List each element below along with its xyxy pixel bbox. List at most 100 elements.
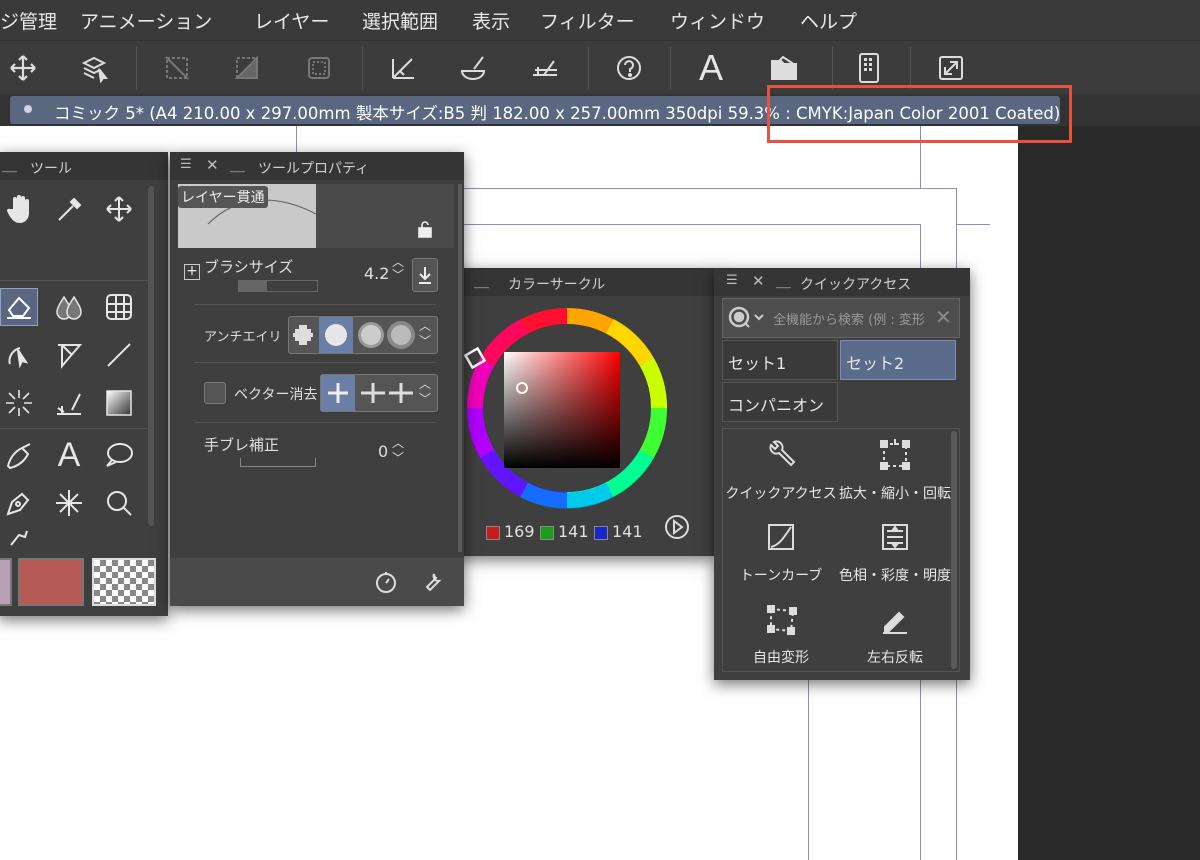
move-icon[interactable]	[4, 49, 42, 87]
stopwatch-icon[interactable]	[374, 570, 398, 598]
hue-saturation-icon	[879, 521, 911, 553]
quick-access-panel: ☰ ✕ ＿ クイックアクセス 全機能から検索 (例 : 変形 ✕ セット1 セッ…	[714, 268, 970, 680]
close-icon[interactable]: ✕	[206, 156, 219, 174]
hand-icon[interactable]	[0, 190, 38, 228]
open-folder-icon[interactable]	[766, 49, 804, 87]
qa-item-scale-rotate[interactable]: 拡大・縮小・回転	[839, 431, 951, 511]
qa-item-quick-access[interactable]: クイックアクセス	[725, 431, 837, 511]
clear-icon[interactable]: ✕	[935, 305, 952, 329]
antialias-stepper[interactable]: ︿ ﹀	[419, 319, 431, 349]
expand-plus-icon[interactable]: +	[184, 264, 200, 280]
expand-icon[interactable]	[932, 49, 970, 87]
minimize-icon[interactable]: ＿	[776, 270, 791, 291]
search-field[interactable]: 全機能から検索 (例 : 変形 ✕	[722, 298, 960, 338]
minimize-icon[interactable]: ＿	[2, 154, 17, 175]
lasso-fill-icon[interactable]	[0, 336, 38, 374]
antialias-label: アンチエイリ	[204, 330, 282, 345]
menu-filter[interactable]: フィルター	[540, 7, 635, 34]
minimize-icon[interactable]: ＿	[474, 270, 489, 291]
text-tool-icon[interactable]: A	[50, 436, 88, 474]
help-icon[interactable]	[610, 49, 648, 87]
gradient-icon[interactable]	[100, 384, 138, 422]
main-color-swatch[interactable]	[18, 558, 84, 606]
ruler-icon[interactable]	[384, 49, 422, 87]
antialias-weak-icon[interactable]	[319, 317, 353, 353]
pen-nib-icon[interactable]	[0, 484, 38, 522]
qa-item-hue-saturation[interactable]: 色相・彩度・明度	[839, 513, 951, 593]
menu-window[interactable]: ウィンドウ	[670, 7, 765, 34]
ruler-tool-icon[interactable]	[50, 384, 88, 422]
fill-icon[interactable]	[454, 49, 492, 87]
vector-erase-stepper[interactable]: ︿ ﹀	[419, 377, 431, 407]
antialias-selector[interactable]: ︿ ﹀	[288, 316, 438, 354]
quick-access-header[interactable]: ☰ ✕ ＿ クイックアクセス	[714, 268, 970, 296]
menu-page-management[interactable]: ジ管理	[0, 7, 57, 34]
erase-touched-icon[interactable]	[321, 375, 355, 411]
sub-color-swatch[interactable]	[0, 558, 12, 606]
menu-help[interactable]: ヘルプ	[800, 7, 857, 34]
text-icon[interactable]: A	[692, 47, 730, 88]
qa-item-label: クイックアクセス	[725, 486, 837, 502]
menu-animation[interactable]: アニメーション	[80, 7, 212, 34]
play-icon[interactable]	[664, 514, 690, 540]
vector-erase-checkbox[interactable]	[204, 382, 226, 404]
vector-erase-selector[interactable]: ︿ ﹀	[320, 374, 438, 412]
transparent-color-swatch[interactable]	[92, 558, 156, 606]
antialias-none-icon[interactable]	[293, 325, 313, 345]
eraser-icon[interactable]	[0, 288, 38, 326]
saturation-value-square[interactable]	[504, 352, 620, 468]
balloon-pen-icon[interactable]	[0, 436, 38, 474]
tool-panel-header[interactable]: ＿ ツール	[0, 152, 168, 180]
move-tool-icon[interactable]	[100, 190, 138, 228]
qa-item-free-transform[interactable]: 自由変形	[725, 595, 837, 675]
qa-item-tone-curve[interactable]: トーンカーブ	[725, 513, 837, 593]
set-1-tab[interactable]: セット1	[722, 340, 838, 380]
selection-border-icon[interactable]	[300, 49, 338, 87]
zoom-icon[interactable]	[100, 484, 138, 522]
color-circle-header[interactable]: ＿ カラーサークル	[456, 268, 716, 296]
qa-item-flip-horizontal[interactable]: 左右反転	[839, 595, 951, 675]
download-icon[interactable]	[412, 258, 438, 292]
sparkle-icon[interactable]	[50, 484, 88, 522]
quick-access-scrollbar[interactable]	[951, 431, 957, 669]
erase-whole-line-icon[interactable]	[387, 379, 415, 407]
invert-selection-icon[interactable]	[228, 49, 266, 87]
lock-icon[interactable]	[416, 220, 434, 242]
tool-property-scrollbar[interactable]	[458, 184, 462, 552]
stabilization-label: 手ブレ補正	[204, 436, 280, 454]
quick-access-title: クイックアクセス	[800, 277, 912, 293]
close-icon[interactable]: ✕	[752, 272, 765, 290]
color-picker-marker[interactable]	[516, 382, 528, 394]
correct-line-icon[interactable]	[0, 526, 38, 548]
layer-select-icon[interactable]	[76, 49, 114, 87]
antialias-strong-icon[interactable]	[391, 325, 411, 345]
wrench-icon[interactable]	[420, 570, 444, 598]
frame-border-icon[interactable]	[100, 288, 138, 326]
search-icon[interactable]	[727, 305, 767, 335]
brush-size-slider[interactable]	[238, 280, 318, 292]
speed-line-icon[interactable]	[0, 384, 38, 422]
menu-view[interactable]: 表示	[472, 7, 510, 34]
menu-layer[interactable]: レイヤー	[254, 7, 329, 34]
figure-icon[interactable]	[50, 336, 88, 374]
tool-property-header[interactable]: ☰ ✕ ＿ ツールプロパティ	[170, 152, 464, 180]
set-2-tab[interactable]: セット2	[840, 340, 956, 380]
companion-tab[interactable]: コンパニオン	[722, 382, 838, 422]
balloon-icon[interactable]	[100, 436, 138, 474]
stabilization-slider[interactable]	[240, 458, 316, 467]
menu-selection[interactable]: 選択範囲	[362, 7, 438, 34]
blend-icon[interactable]	[50, 288, 88, 326]
eyedropper-icon[interactable]	[50, 190, 88, 228]
erase-intersection-icon[interactable]	[359, 379, 387, 407]
tool-panel-scrollbar[interactable]	[148, 186, 154, 526]
menu-icon[interactable]: ☰	[726, 273, 738, 288]
minimize-icon[interactable]: ＿	[230, 154, 245, 175]
brush-size-stepper[interactable]: ︿ ﹀	[392, 256, 404, 282]
snap-icon[interactable]	[526, 49, 564, 87]
stabilization-stepper[interactable]: ︿ ﹀	[392, 436, 404, 466]
line-icon[interactable]	[100, 336, 138, 374]
device-icon[interactable]	[850, 49, 888, 87]
antialias-medium-icon[interactable]	[361, 325, 381, 345]
deselect-icon[interactable]	[158, 49, 196, 87]
menu-icon[interactable]: ☰	[180, 157, 192, 172]
